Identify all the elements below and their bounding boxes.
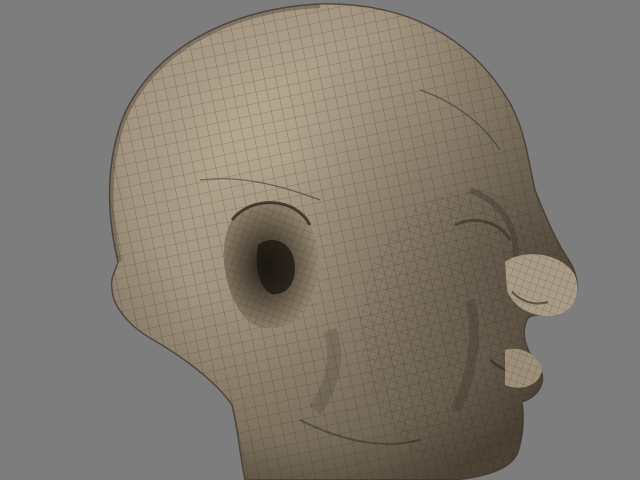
3d-viewport[interactable] bbox=[0, 0, 640, 480]
head-surface bbox=[108, 3, 578, 480]
head-mesh-render bbox=[108, 3, 578, 480]
